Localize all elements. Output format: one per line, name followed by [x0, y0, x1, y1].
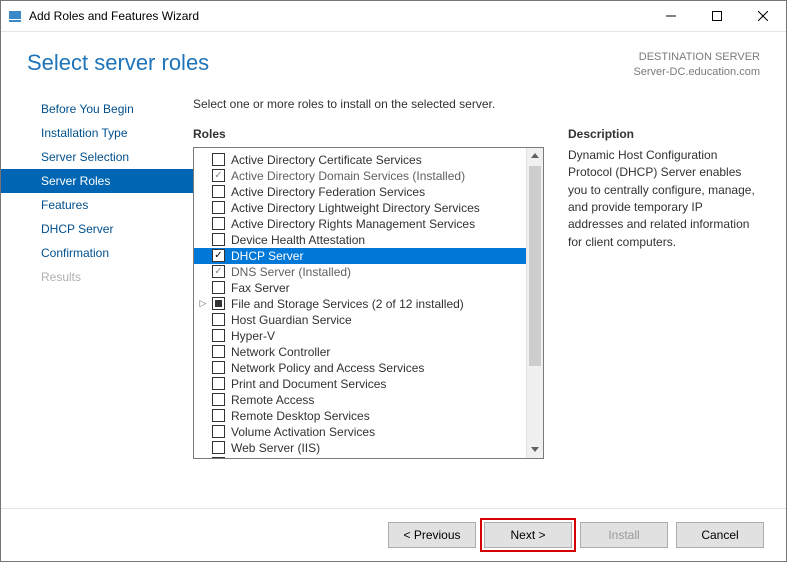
role-item[interactable]: Active Directory Certificate Services [194, 152, 527, 168]
scroll-up-icon[interactable] [527, 148, 543, 164]
role-item[interactable]: Print and Document Services [194, 376, 527, 392]
role-item[interactable]: Active Directory Federation Services [194, 184, 527, 200]
role-item[interactable]: Network Controller [194, 344, 527, 360]
checkbox-icon[interactable] [212, 377, 225, 390]
checkbox-icon[interactable] [212, 313, 225, 326]
titlebar: Add Roles and Features Wizard [1, 1, 786, 32]
checkbox-icon[interactable] [212, 281, 225, 294]
next-button[interactable]: Next > [484, 522, 572, 548]
role-item[interactable]: Active Directory Lightweight Directory S… [194, 200, 527, 216]
expand-icon[interactable]: ▷ [198, 298, 208, 309]
checkbox-icon[interactable] [212, 425, 225, 438]
description-text: Dynamic Host Configuration Protocol (DHC… [568, 147, 760, 251]
wizard-footer: < Previous Next > Install Cancel [1, 508, 786, 561]
destination-label: DESTINATION SERVER [633, 50, 760, 65]
page-header: Select server roles DESTINATION SERVER S… [1, 32, 786, 91]
checkbox-icon[interactable] [212, 185, 225, 198]
checkbox-icon[interactable] [212, 233, 225, 246]
minimize-button[interactable] [648, 1, 694, 31]
role-item[interactable]: Remote Access [194, 392, 527, 408]
checkbox-icon[interactable] [212, 345, 225, 358]
checkbox-icon[interactable] [212, 441, 225, 454]
step-dhcp-server[interactable]: DHCP Server [1, 217, 193, 241]
checkbox-icon[interactable] [212, 153, 225, 166]
checkbox-icon[interactable] [212, 201, 225, 214]
checkbox-checked-icon[interactable] [212, 169, 225, 182]
checkbox-checked-icon[interactable] [212, 249, 225, 262]
role-item[interactable]: Active Directory Domain Services (Instal… [194, 168, 527, 184]
checkbox-icon[interactable] [212, 361, 225, 374]
description-heading: Description [568, 127, 760, 141]
step-installation-type[interactable]: Installation Type [1, 121, 193, 145]
step-server-selection[interactable]: Server Selection [1, 145, 193, 169]
step-server-roles[interactable]: Server Roles [1, 169, 193, 193]
role-item[interactable]: ▷File and Storage Services (2 of 12 inst… [194, 296, 527, 312]
role-item[interactable]: Web Server (IIS) [194, 440, 527, 456]
role-item[interactable]: Host Guardian Service [194, 312, 527, 328]
role-item[interactable]: Device Health Attestation [194, 232, 527, 248]
role-item[interactable]: Active Directory Rights Management Servi… [194, 216, 527, 232]
role-item[interactable]: Remote Desktop Services [194, 408, 527, 424]
wizard-steps-sidebar: Before You Begin Installation Type Serve… [1, 91, 193, 508]
instruction-text: Select one or more roles to install on t… [193, 97, 760, 111]
step-features[interactable]: Features [1, 193, 193, 217]
page-title: Select server roles [27, 50, 209, 76]
destination-server: Server-DC.education.com [633, 65, 760, 80]
role-item[interactable]: Volume Activation Services [194, 424, 527, 440]
roles-heading: Roles [193, 127, 544, 141]
checkbox-icon[interactable] [212, 217, 225, 230]
close-button[interactable] [740, 1, 786, 31]
maximize-button[interactable] [694, 1, 740, 31]
role-item[interactable]: Network Policy and Access Services [194, 360, 527, 376]
role-item[interactable]: Windows Deployment Services [194, 456, 527, 458]
role-item-selected[interactable]: DHCP Server [194, 248, 527, 264]
roles-listbox: Active Directory Certificate Services Ac… [193, 147, 544, 459]
window-title: Add Roles and Features Wizard [29, 9, 648, 23]
checkbox-icon[interactable] [212, 329, 225, 342]
checkbox-icon[interactable] [212, 409, 225, 422]
step-before-you-begin[interactable]: Before You Begin [1, 97, 193, 121]
previous-button[interactable]: < Previous [388, 522, 476, 548]
checkbox-partial-icon[interactable] [212, 297, 225, 310]
checkbox-icon[interactable] [212, 457, 225, 458]
wizard-window: Add Roles and Features Wizard Select ser… [0, 0, 787, 562]
checkbox-checked-icon[interactable] [212, 265, 225, 278]
install-button: Install [580, 522, 668, 548]
cancel-button[interactable]: Cancel [676, 522, 764, 548]
app-icon [7, 8, 23, 24]
role-item[interactable]: Fax Server [194, 280, 527, 296]
scroll-thumb[interactable] [529, 166, 541, 366]
destination-info: DESTINATION SERVER Server-DC.education.c… [633, 50, 760, 81]
step-results: Results [1, 265, 193, 289]
scrollbar[interactable] [526, 148, 543, 458]
role-item[interactable]: DNS Server (Installed) [194, 264, 527, 280]
step-confirmation[interactable]: Confirmation [1, 241, 193, 265]
role-item[interactable]: Hyper-V [194, 328, 527, 344]
scroll-down-icon[interactable] [527, 442, 543, 458]
checkbox-icon[interactable] [212, 393, 225, 406]
